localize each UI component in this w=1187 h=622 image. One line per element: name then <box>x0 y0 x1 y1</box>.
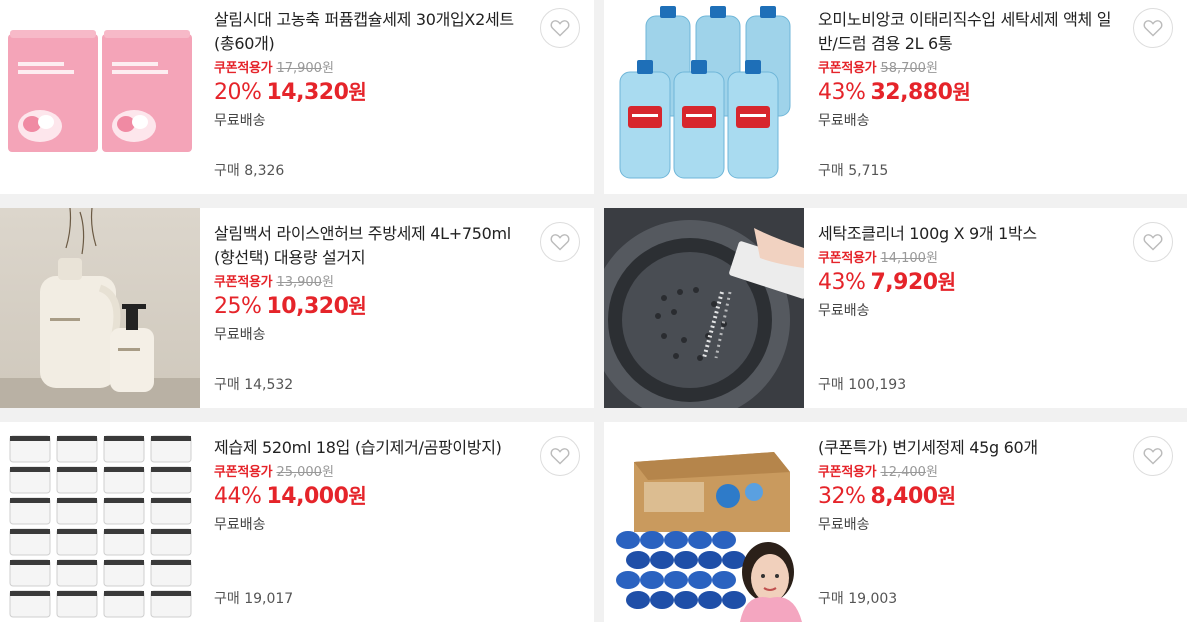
discount-rate: 20% <box>214 80 262 105</box>
shipping-info: 무료배송 <box>818 517 870 533</box>
sale-price: 10,320 <box>266 294 349 319</box>
coupon-price-row: 쿠폰적용가 17,900원 <box>214 60 594 78</box>
purchase-count: 구매 19,017 <box>214 591 294 607</box>
coupon-price-row: 쿠폰적용가 13,900원 <box>214 274 594 292</box>
purchase-count: 구매 19,003 <box>818 591 898 607</box>
sale-price-row: 20% 14,320원 <box>214 79 594 107</box>
product-info: 세탁조클리너 100g X 9개 1박스 쿠폰적용가 14,100원 43% 7… <box>804 208 1187 408</box>
product-info: 오미노비앙코 이태리직수입 세탁세제 액체 일반/드럼 겸용 2L 6통 쿠폰적… <box>804 0 1187 194</box>
sale-price-unit: 원 <box>348 294 367 318</box>
original-price-unit: 원 <box>321 275 334 290</box>
original-price: 14,100 <box>880 251 926 266</box>
product-card[interactable]: (쿠폰특가) 변기세정제 45g 60개 쿠폰적용가 12,400원 32% 8… <box>604 422 1187 622</box>
sale-price: 8,400 <box>870 484 939 509</box>
purchase-count: 구매 8,326 <box>214 163 285 179</box>
original-price-unit: 원 <box>925 61 938 76</box>
sale-price: 32,880 <box>870 80 953 105</box>
coupon-price-row: 쿠폰적용가 25,000원 <box>214 464 594 482</box>
discount-rate: 43% <box>818 80 866 105</box>
coupon-label: 쿠폰적용가 <box>818 251 877 266</box>
wishlist-button[interactable] <box>1133 8 1173 48</box>
original-price-unit: 원 <box>321 61 334 76</box>
product-image-toilet-cleaner[interactable] <box>604 422 804 622</box>
wishlist-button[interactable] <box>1133 436 1173 476</box>
heart-icon <box>1143 234 1163 251</box>
product-card[interactable]: 살림백서 라이스앤허브 주방세제 4L+750ml (향선택) 대용량 설거지 … <box>0 208 594 408</box>
original-price: 12,400 <box>880 465 926 480</box>
product-title[interactable]: 오미노비앙코 이태리직수입 세탁세제 액체 일반/드럼 겸용 2L 6통 <box>818 8 1128 56</box>
coupon-price-row: 쿠폰적용가 58,700원 <box>818 60 1187 78</box>
purchase-count: 구매 5,715 <box>818 163 889 179</box>
purchase-count: 구매 14,532 <box>214 377 294 393</box>
purchase-count: 구매 100,193 <box>818 377 907 393</box>
product-image-liquid-detergent[interactable] <box>604 0 804 194</box>
sale-price-row: 44% 14,000원 <box>214 483 594 511</box>
original-price: 58,700 <box>880 61 926 76</box>
sale-price-unit: 원 <box>348 484 367 508</box>
original-price-unit: 원 <box>925 465 938 480</box>
shipping-info: 무료배송 <box>818 303 870 319</box>
original-price: 25,000 <box>276 465 322 480</box>
product-card[interactable]: 제습제 520ml 18입 (습기제거/곰팡이방지) 쿠폰적용가 25,000원… <box>0 422 594 622</box>
coupon-label: 쿠폰적용가 <box>214 275 273 290</box>
product-image-dish-soap[interactable] <box>0 208 200 408</box>
original-price: 13,900 <box>276 275 322 290</box>
sale-price: 14,320 <box>266 80 349 105</box>
product-card[interactable]: 세탁조클리너 100g X 9개 1박스 쿠폰적용가 14,100원 43% 7… <box>604 208 1187 408</box>
coupon-label: 쿠폰적용가 <box>214 465 273 480</box>
product-image-capsule-detergent[interactable] <box>0 0 200 194</box>
heart-icon <box>550 20 570 37</box>
original-price-unit: 원 <box>321 465 334 480</box>
sale-price-unit: 원 <box>348 80 367 104</box>
coupon-label: 쿠폰적용가 <box>818 61 877 76</box>
product-card[interactable]: 오미노비앙코 이태리직수입 세탁세제 액체 일반/드럼 겸용 2L 6통 쿠폰적… <box>604 0 1187 194</box>
product-image-dehumidifier[interactable] <box>0 422 200 622</box>
sale-price-unit: 원 <box>937 270 956 294</box>
coupon-label: 쿠폰적용가 <box>818 465 877 480</box>
discount-rate: 32% <box>818 484 866 509</box>
sale-price-unit: 원 <box>952 80 971 104</box>
wishlist-button[interactable] <box>540 222 580 262</box>
product-title[interactable]: 살림시대 고농축 퍼퓸캡슐세제 30개입X2세트 (총60개) <box>214 8 524 56</box>
heart-icon <box>550 448 570 465</box>
wishlist-button[interactable] <box>540 8 580 48</box>
discount-rate: 25% <box>214 294 262 319</box>
product-title[interactable]: (쿠폰특가) 변기세정제 45g 60개 <box>818 436 1128 460</box>
sale-price-row: 32% 8,400원 <box>818 483 1187 511</box>
heart-icon <box>550 234 570 251</box>
product-info: (쿠폰특가) 변기세정제 45g 60개 쿠폰적용가 12,400원 32% 8… <box>804 422 1187 622</box>
product-title[interactable]: 제습제 520ml 18입 (습기제거/곰팡이방지) <box>214 436 524 460</box>
heart-icon <box>1143 20 1163 37</box>
shipping-info: 무료배송 <box>818 113 870 129</box>
product-image-drum-cleaner[interactable] <box>604 208 804 408</box>
sale-price-row: 25% 10,320원 <box>214 293 594 321</box>
sale-price-unit: 원 <box>937 484 956 508</box>
shipping-info: 무료배송 <box>214 517 266 533</box>
coupon-price-row: 쿠폰적용가 14,100원 <box>818 250 1187 268</box>
product-title[interactable]: 살림백서 라이스앤허브 주방세제 4L+750ml (향선택) 대용량 설거지 <box>214 222 524 270</box>
product-title[interactable]: 세탁조클리너 100g X 9개 1박스 <box>818 222 1128 246</box>
discount-rate: 44% <box>214 484 262 509</box>
sale-price-row: 43% 7,920원 <box>818 269 1187 297</box>
wishlist-button[interactable] <box>1133 222 1173 262</box>
original-price: 17,900 <box>276 61 322 76</box>
sale-price: 14,000 <box>266 484 349 509</box>
coupon-label: 쿠폰적용가 <box>214 61 273 76</box>
discount-rate: 43% <box>818 270 866 295</box>
heart-icon <box>1143 448 1163 465</box>
shipping-info: 무료배송 <box>214 113 266 129</box>
shipping-info: 무료배송 <box>214 327 266 343</box>
product-card[interactable]: 살림시대 고농축 퍼퓸캡슐세제 30개입X2세트 (총60개) 쿠폰적용가 17… <box>0 0 594 194</box>
product-grid: 살림시대 고농축 퍼퓸캡슐세제 30개입X2세트 (총60개) 쿠폰적용가 17… <box>0 0 1187 622</box>
product-info: 살림시대 고농축 퍼퓸캡슐세제 30개입X2세트 (총60개) 쿠폰적용가 17… <box>200 0 594 194</box>
product-info: 제습제 520ml 18입 (습기제거/곰팡이방지) 쿠폰적용가 25,000원… <box>200 422 594 622</box>
sale-price-row: 43% 32,880원 <box>818 79 1187 107</box>
coupon-price-row: 쿠폰적용가 12,400원 <box>818 464 1187 482</box>
original-price-unit: 원 <box>925 251 938 266</box>
product-info: 살림백서 라이스앤허브 주방세제 4L+750ml (향선택) 대용량 설거지 … <box>200 208 594 408</box>
sale-price: 7,920 <box>870 270 939 295</box>
wishlist-button[interactable] <box>540 436 580 476</box>
